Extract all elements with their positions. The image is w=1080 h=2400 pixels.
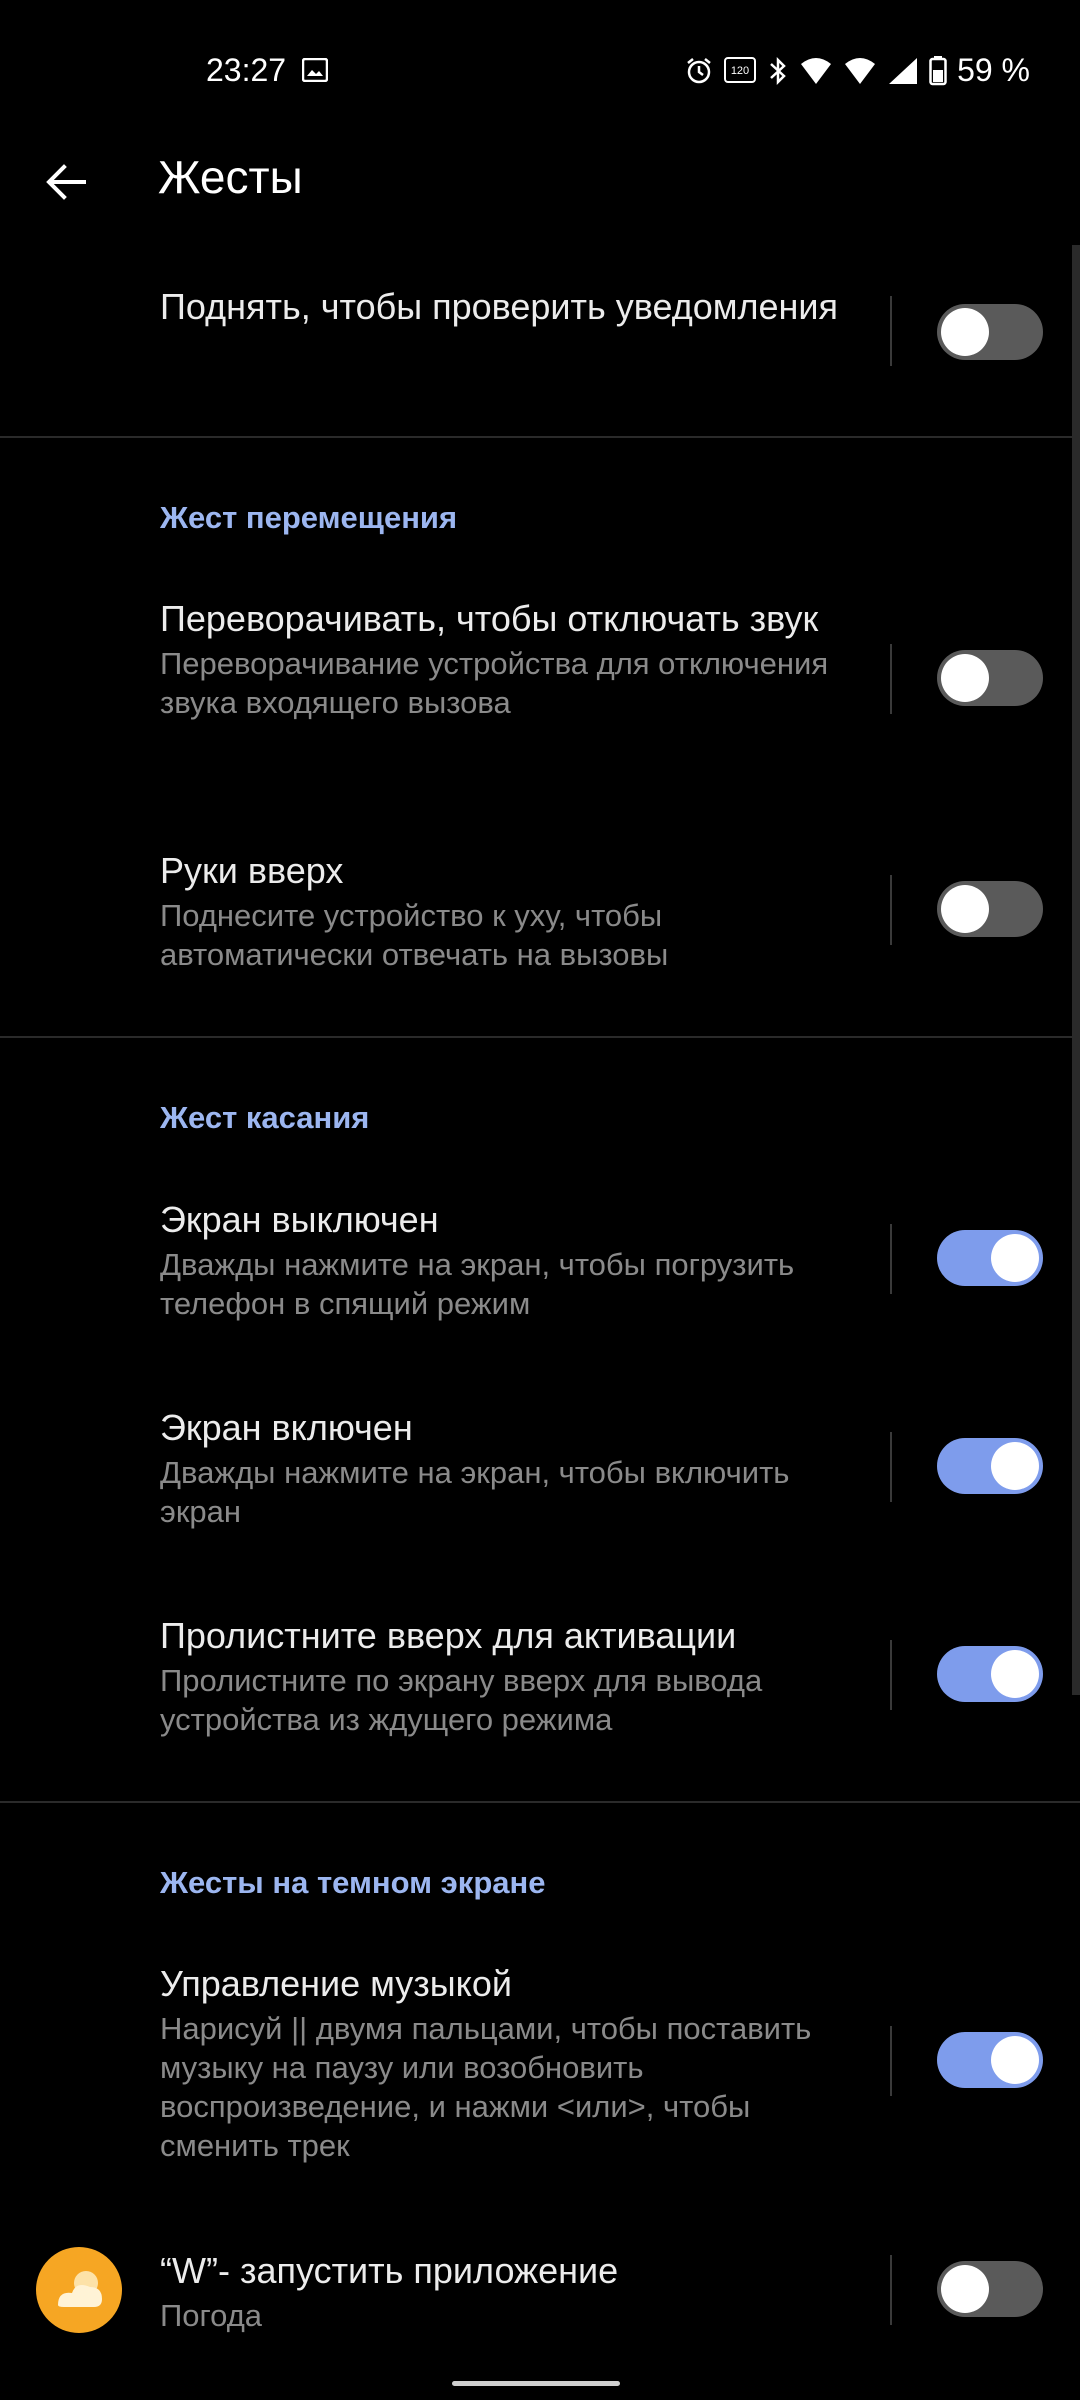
divider	[890, 2255, 892, 2325]
divider	[890, 1640, 892, 1710]
battery-icon	[929, 55, 947, 85]
swipe-up-wake-toggle[interactable]	[937, 1646, 1043, 1702]
setting-texts: Переворачивать, чтобы отключать звук Пер…	[160, 597, 840, 722]
wifi6-icon: 6	[801, 57, 832, 86]
toggle-knob	[991, 2036, 1039, 2084]
setting-title: Переворачивать, чтобы отключать звук	[160, 598, 819, 639]
music-control-toggle[interactable]	[937, 2032, 1043, 2088]
setting-title: Поднять, чтобы проверить уведомления	[160, 286, 838, 327]
setting-title: “W”- запустить приложение	[160, 2250, 619, 2291]
toggle-knob	[941, 308, 989, 356]
svg-text:6: 6	[866, 72, 873, 86]
svg-text:6: 6	[822, 72, 829, 86]
setting-title: Управление музыкой	[160, 1963, 512, 2004]
flip-to-mute-toggle[interactable]	[937, 650, 1043, 706]
toggle-knob	[941, 885, 989, 933]
wifi6-icon: 6	[845, 57, 876, 86]
alarm-icon	[687, 57, 711, 83]
status-bar: 23:27 120 6 6 59 %	[0, 0, 1080, 150]
divider	[890, 875, 892, 945]
toggle-knob	[941, 654, 989, 702]
setting-texts: Экран включен Дважды нажмите на экран, ч…	[160, 1406, 840, 1531]
divider	[890, 2026, 892, 2096]
divider	[890, 1224, 892, 1294]
section-header-dark-screen: Жесты на темном экране	[160, 1865, 546, 1900]
raise-to-check-toggle[interactable]	[937, 304, 1043, 360]
setting-texts: Поднять, чтобы проверить уведомления	[160, 285, 840, 328]
cell-signal-icon	[889, 57, 918, 84]
divider	[890, 296, 892, 366]
gesture-nav-handle[interactable]	[452, 2381, 620, 2386]
status-icons: 120 6 6 59 %	[685, 52, 1030, 89]
app-bar: Жесты	[0, 130, 1080, 240]
hands-up-toggle[interactable]	[937, 881, 1043, 937]
divider	[890, 644, 892, 714]
setting-subtitle: Дважды нажмите на экран, чтобы погрузить…	[160, 1247, 795, 1321]
scrollbar[interactable]	[1072, 245, 1080, 1695]
section-divider	[0, 436, 1080, 438]
section-divider	[0, 1801, 1080, 1803]
page-title: Жесты	[158, 151, 303, 203]
screen-on-toggle[interactable]	[937, 1438, 1043, 1494]
setting-subtitle: Погода	[160, 2298, 263, 2333]
setting-texts: Управление музыкой Нарисуй || двумя паль…	[160, 1962, 840, 2165]
divider	[890, 1432, 892, 1502]
section-divider	[0, 1036, 1080, 1038]
toggle-knob	[991, 1442, 1039, 1490]
bluetooth-icon	[770, 56, 786, 85]
weather-icon	[36, 2247, 122, 2333]
status-time: 23:27	[206, 52, 287, 88]
toggle-knob	[941, 2265, 989, 2313]
toggle-knob	[991, 1234, 1039, 1282]
w-launch-app-toggle[interactable]	[937, 2261, 1043, 2317]
image-icon	[302, 58, 328, 82]
setting-title: Экран включен	[160, 1407, 413, 1448]
toggle-knob	[991, 1650, 1039, 1698]
setting-subtitle: Дважды нажмите на экран, чтобы включить …	[160, 1455, 790, 1529]
setting-texts: “W”- запустить приложение Погода	[160, 2249, 840, 2335]
setting-texts: Экран выключен Дважды нажмите на экран, …	[160, 1198, 840, 1323]
screen-off-toggle[interactable]	[937, 1230, 1043, 1286]
back-arrow-icon[interactable]	[38, 154, 94, 210]
setting-subtitle: Поднесите устройство к уху, чтобы автома…	[160, 898, 669, 972]
refresh-rate-icon: 120	[724, 56, 757, 83]
section-header-motion: Жест перемещения	[160, 500, 458, 535]
svg-text:120: 120	[731, 65, 749, 77]
setting-title: Пролистните вверх для активации	[160, 1615, 737, 1656]
section-header-touch: Жест касания	[160, 1100, 370, 1135]
setting-subtitle: Нарисуй || двумя пальцами, чтобы постави…	[160, 2011, 812, 2163]
setting-title: Руки вверх	[160, 850, 344, 891]
setting-subtitle: Пролистните по экрану вверх для вывода у…	[160, 1663, 763, 1737]
setting-texts: Пролистните вверх для активации Пролистн…	[160, 1614, 840, 1739]
setting-subtitle: Переворачивание устройства для отключени…	[160, 646, 829, 720]
setting-texts: Руки вверх Поднесите устройство к уху, ч…	[160, 849, 840, 974]
battery-percent: 59 %	[957, 52, 1030, 88]
setting-title: Экран выключен	[160, 1199, 439, 1240]
